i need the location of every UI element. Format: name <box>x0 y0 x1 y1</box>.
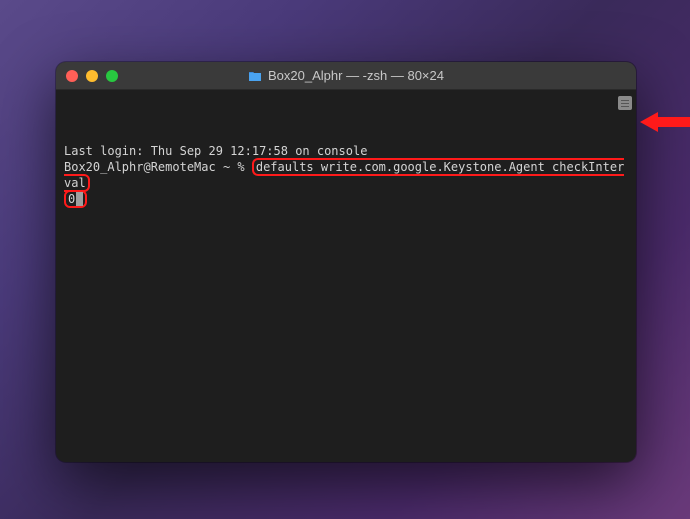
terminal-body[interactable]: Last login: Thu Sep 29 12:17:58 on conso… <box>56 90 636 462</box>
folder-icon <box>248 70 262 82</box>
window-title: Box20_Alphr — -zsh — 80×24 <box>248 68 444 83</box>
last-login-line: Last login: Thu Sep 29 12:17:58 on conso… <box>64 143 628 159</box>
window-title-text: Box20_Alphr — -zsh — 80×24 <box>268 68 444 83</box>
prompt: Box20_Alphr@RemoteMac ~ % <box>64 160 252 174</box>
minimize-button[interactable] <box>86 70 98 82</box>
command-text-2: 0 <box>68 192 75 206</box>
scroll-indicator-icon[interactable] <box>618 96 632 110</box>
traffic-lights <box>66 70 118 82</box>
command-highlight-2: 0 <box>64 190 87 208</box>
arrow-annotation <box>640 110 690 134</box>
maximize-button[interactable] <box>106 70 118 82</box>
title-bar[interactable]: Box20_Alphr — -zsh — 80×24 <box>56 62 636 90</box>
terminal-cursor <box>76 192 83 206</box>
terminal-window[interactable]: Box20_Alphr — -zsh — 80×24 Last login: T… <box>56 62 636 462</box>
close-button[interactable] <box>66 70 78 82</box>
